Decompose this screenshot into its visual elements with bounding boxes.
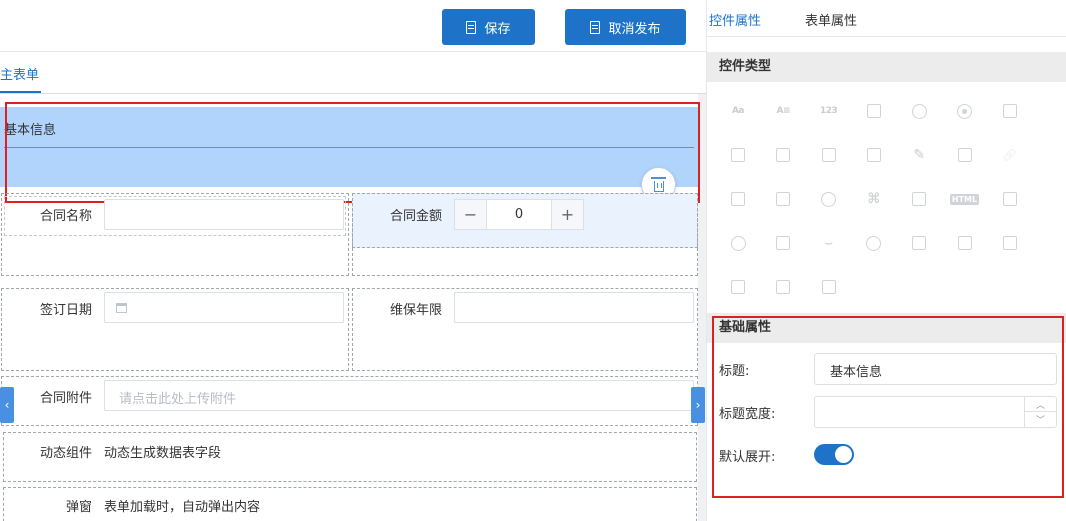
user-icon[interactable] (820, 190, 838, 208)
barcode-icon[interactable] (1001, 190, 1019, 208)
control-type-header: 控件类型 (707, 52, 1066, 82)
label-sign-date: 签订日期 (39, 303, 92, 318)
document-icon (466, 20, 477, 34)
textarea-icon[interactable]: A≡ (774, 102, 792, 120)
decrement-button[interactable]: − (455, 200, 487, 229)
label-contract-amount: 合同金额 (389, 209, 442, 224)
toolbar: 保存 取消发布 (0, 0, 706, 52)
contract-name-input[interactable] (104, 199, 344, 230)
unpublish-button-label: 取消发布 (608, 21, 661, 37)
tab-control-properties[interactable]: 控件属性 (709, 10, 761, 29)
document-icon[interactable] (956, 146, 974, 164)
divider-icon[interactable]: ⌣ (820, 234, 838, 252)
label-attachment: 合同附件 (39, 391, 92, 406)
form-tabbar: 主表单 (0, 52, 706, 94)
clock-icon[interactable] (910, 102, 928, 120)
link-icon[interactable]: 🔗︎ (1001, 146, 1019, 164)
ocr-icon[interactable] (729, 278, 747, 296)
number-icon[interactable]: 123 (820, 102, 838, 120)
save-button[interactable]: 保存 (442, 9, 535, 45)
attachment-upload[interactable]: 请点击此处上传附件 (104, 380, 694, 411)
card-icon[interactable] (910, 190, 928, 208)
collapse-right-button[interactable]: › (691, 387, 705, 423)
cascade-icon[interactable] (865, 146, 883, 164)
collapse-left-button[interactable]: ‹ (0, 387, 14, 423)
html-icon[interactable]: HTML (949, 190, 980, 208)
form-canvas: 保存 取消发布 主表单 基本信息 合同名称 合同金额 − 0 + 签订日期 维保… (0, 0, 706, 521)
highlight-box-properties (712, 316, 1064, 498)
highlight-box-section (5, 102, 700, 203)
tab-form-properties[interactable]: 表单属性 (805, 10, 857, 29)
save-button-label: 保存 (484, 21, 511, 37)
page-icon[interactable] (774, 278, 792, 296)
increment-button[interactable]: + (551, 200, 583, 229)
dropdown-icon[interactable] (729, 146, 747, 164)
multi-select-icon[interactable] (820, 146, 838, 164)
amount-value[interactable]: 0 (487, 200, 551, 229)
check-doc-icon[interactable] (910, 234, 928, 252)
stamp-icon[interactable] (865, 234, 883, 252)
calendar-icon[interactable] (865, 102, 883, 120)
list-icon[interactable] (774, 234, 792, 252)
radio-icon[interactable] (956, 102, 974, 120)
sub-form-icon[interactable] (956, 234, 974, 252)
amount-stepper[interactable]: − 0 + (454, 199, 584, 230)
org-icon[interactable]: ⌘ (865, 190, 883, 208)
toggle-icon[interactable] (729, 234, 747, 252)
attachment-doc-icon[interactable] (729, 190, 747, 208)
qrcode-icon[interactable] (820, 278, 838, 296)
dynamic-component-text: 动态生成数据表字段 (104, 446, 222, 461)
checkbox-icon[interactable] (1001, 102, 1019, 120)
attachment-placeholder: 请点击此处上传附件 (119, 392, 237, 407)
edit-icon[interactable]: ✎ (910, 146, 928, 164)
tab-divider (707, 36, 1066, 37)
maintenance-years-input[interactable] (454, 292, 694, 323)
label-popup: 弹窗 (65, 500, 92, 515)
label-contract-name: 合同名称 (39, 209, 92, 224)
label-dynamic-component: 动态组件 (39, 446, 92, 461)
frame-icon[interactable] (1001, 234, 1019, 252)
image-icon[interactable] (774, 190, 792, 208)
tab-main-form[interactable]: 主表单 (0, 64, 42, 93)
document-icon (590, 20, 601, 34)
text-aa-icon[interactable]: Aa (729, 102, 747, 120)
calendar-icon (116, 303, 127, 313)
unpublish-button[interactable]: 取消发布 (565, 9, 686, 45)
popup-text: 表单加载时，自动弹出内容 (104, 500, 261, 515)
label-maintenance-years: 维保年限 (389, 303, 442, 318)
copy-icon[interactable] (774, 146, 792, 164)
sign-date-picker[interactable] (104, 292, 344, 323)
